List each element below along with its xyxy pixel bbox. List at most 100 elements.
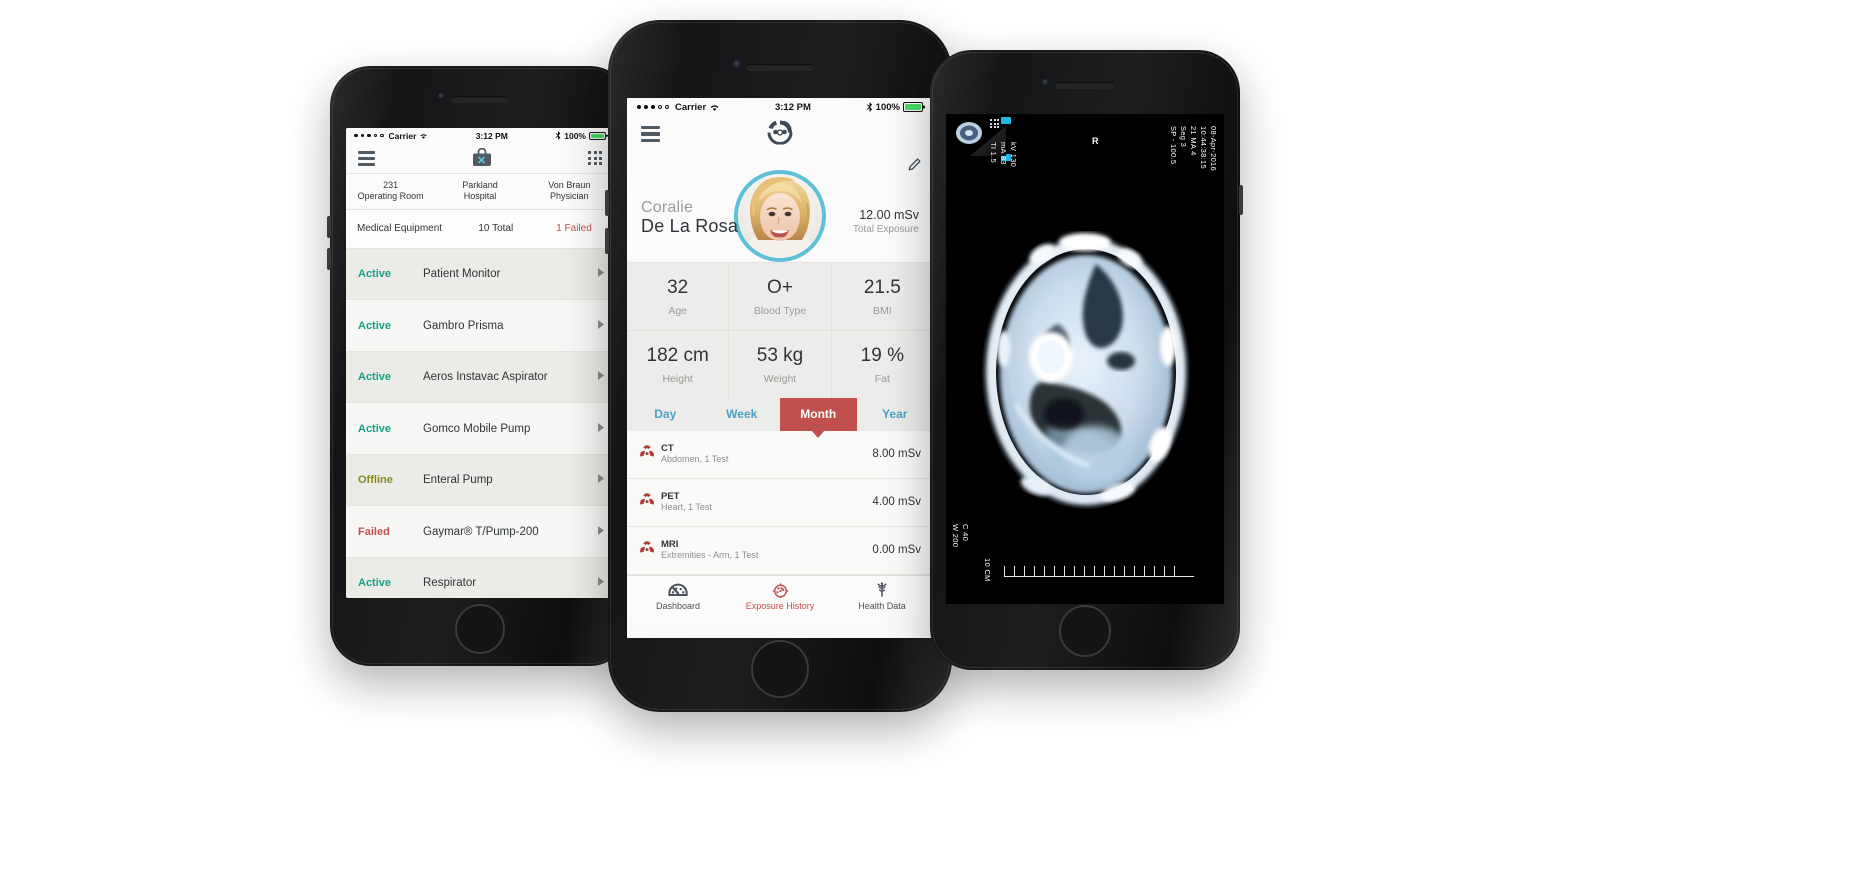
equipment-row[interactable]: Active Gomco Mobile Pump (346, 403, 614, 455)
center-phone-speaker (746, 64, 814, 71)
left-phone-device: Carrier 3:12 PM 100% 231 Operating Room … (327, 66, 630, 666)
avatar[interactable] (734, 170, 826, 262)
tab-health-data[interactable]: Health Data (831, 576, 933, 618)
exposure-dose: 8.00 mSv (872, 448, 921, 461)
scan-reference-thumbnail[interactable] (950, 118, 988, 148)
left-phone-volume-up[interactable] (327, 216, 331, 238)
equipment-row[interactable]: Active Aeros Instavac Aspirator (346, 351, 614, 404)
signal-dot-empty (665, 105, 669, 109)
equipment-status-badge: Offline (358, 474, 393, 487)
center-nav-bar (627, 116, 933, 152)
center-phone-home-button[interactable] (751, 640, 809, 698)
period-segmented-control[interactable]: Day Week Month Year (627, 397, 934, 438)
period-tab-day[interactable]: Day (627, 398, 704, 431)
signal-dot-empty (380, 133, 384, 138)
battery-percent: 100% (564, 130, 586, 141)
info-value: Parkland (462, 180, 498, 190)
tab-exposure-history[interactable]: Exposure History (729, 576, 831, 618)
period-tab-caret (811, 429, 826, 438)
exposure-type: MRI (661, 538, 679, 550)
tab-label: Exposure History (745, 600, 815, 611)
bluetooth-icon (555, 131, 561, 140)
equipment-row[interactable]: Active Patient Monitor (346, 248, 614, 301)
equipment-row[interactable]: Offline Enteral Pump (346, 454, 614, 507)
right-phone-power[interactable] (1239, 185, 1243, 215)
dicom-overlay-seg: Seg 3 (1179, 126, 1188, 148)
stat-value: 182 cm (646, 344, 709, 366)
bluetooth-icon (866, 102, 872, 112)
center-phone-screen: Carrier 3:12 PM 100% Coralie De La Rosa … (627, 98, 933, 638)
center-phone-volume-down[interactable] (605, 228, 609, 254)
exposure-type: CT (661, 442, 674, 454)
left-status-carrier-group: Carrier (354, 131, 428, 141)
exposure-row[interactable]: MRI Extremities - Arm, 1 Test 0.00 mSv (627, 526, 933, 575)
center-phone-camera (733, 60, 742, 69)
stats-row-1: 32 Age O+ Blood Type 21.5 BMI (627, 263, 933, 330)
info-value: Von Braun (548, 180, 591, 190)
summary-failed: 1 Failed (556, 223, 592, 235)
scale-label: 10 CM (983, 558, 992, 582)
grid-menu-icon[interactable] (588, 151, 602, 165)
exposure-row[interactable]: CT Abdomen, 1 Test 8.00 mSv (627, 430, 933, 479)
signal-dot (360, 133, 364, 138)
caduceus-icon (877, 582, 887, 597)
equipment-row[interactable]: Failed Gaymar® T/Pump-200 (346, 506, 614, 558)
dicom-overlay-date: 08-Apr-2016 (1209, 126, 1218, 171)
radiation-clock-icon (772, 582, 788, 598)
carrier-label: Carrier (675, 101, 707, 113)
signal-dot (644, 105, 648, 109)
dicom-overlay-ti: TI 1.5 (989, 142, 998, 163)
right-phone-home-button[interactable] (1059, 605, 1111, 657)
equipment-name: Gaymar® T/Pump-200 (423, 525, 539, 538)
center-status-battery-group: 100% (866, 102, 925, 113)
info-label: Physician (550, 190, 589, 201)
center-phone-volume-up[interactable] (605, 190, 609, 216)
toolbox-icon (471, 147, 493, 168)
period-tab-month[interactable]: Month (780, 397, 857, 431)
dicom-overlay-sp: SP - 100.5 (1169, 126, 1178, 165)
ct-scan-viewer[interactable]: kV 130 mA 83 TI 1.5 R 08-Apr-2016 10:44:… (946, 114, 1224, 604)
left-nav-bar (346, 143, 614, 174)
stat-height: 182 cm Height (627, 331, 728, 398)
exposure-text: PET Heart, 1 Test (661, 491, 872, 514)
scan-grid-icon[interactable] (990, 119, 999, 128)
left-status-bar: Carrier 3:12 PM 100% (346, 128, 614, 143)
wifi-icon (710, 104, 719, 111)
right-phone-device: kV 130 mA 83 TI 1.5 R 08-Apr-2016 10:44:… (930, 50, 1243, 670)
total-exposure: 12.00 mSv Total Exposure (853, 208, 919, 236)
tab-dashboard[interactable]: Dashboard (627, 576, 729, 618)
left-phone-home-button[interactable] (455, 604, 505, 654)
radiation-trefoil-icon (639, 492, 661, 512)
equipment-name: Respirator (423, 577, 477, 590)
left-phone-volume-down[interactable] (327, 248, 331, 270)
stat-value: 21.5 (863, 277, 901, 298)
bottom-tab-bar[interactable]: Dashboard Exposure History Health Data (627, 574, 933, 618)
equipment-list: Active Patient Monitor Active Gambro Prisma… (346, 248, 614, 598)
wifi-icon (420, 133, 428, 139)
hamburger-menu-icon[interactable] (641, 125, 660, 143)
patient-name: Coralie De La Rosa (641, 199, 738, 236)
tab-label: Dashboard (655, 600, 701, 611)
hamburger-menu-icon[interactable] (358, 150, 375, 166)
right-phone-screen: kV 130 mA 83 TI 1.5 R 08-Apr-2016 10:44:… (946, 114, 1224, 604)
period-tab-week[interactable]: Week (704, 398, 781, 431)
stat-label: Weight (763, 372, 797, 385)
info-cell-room: 231 Operating Room (346, 174, 435, 209)
window-level-handle-top[interactable] (1001, 117, 1011, 124)
equipment-status-badge: Active (358, 319, 392, 332)
summary-title: Medical Equipment (357, 223, 443, 235)
info-label: Hospital (463, 190, 497, 201)
stat-value: 19 % (860, 344, 904, 366)
radiation-trefoil-icon (639, 444, 661, 464)
left-status-battery-group: 100% (555, 130, 608, 141)
equipment-name: Aeros Instavac Aspirator (423, 371, 548, 384)
signal-dot-empty (658, 105, 662, 109)
stat-weight: 53 kg Weight (728, 330, 830, 398)
equipment-row[interactable]: Active Gambro Prisma (346, 300, 614, 352)
dashboard-gauge-icon (668, 583, 688, 596)
pencil-edit-icon[interactable] (907, 158, 921, 177)
equipment-status-badge: Failed (358, 525, 390, 538)
period-tab-year[interactable]: Year (857, 398, 934, 431)
equipment-row[interactable]: Active Respirator (346, 557, 614, 598)
exposure-row[interactable]: PET Heart, 1 Test 4.00 mSv (627, 478, 933, 527)
